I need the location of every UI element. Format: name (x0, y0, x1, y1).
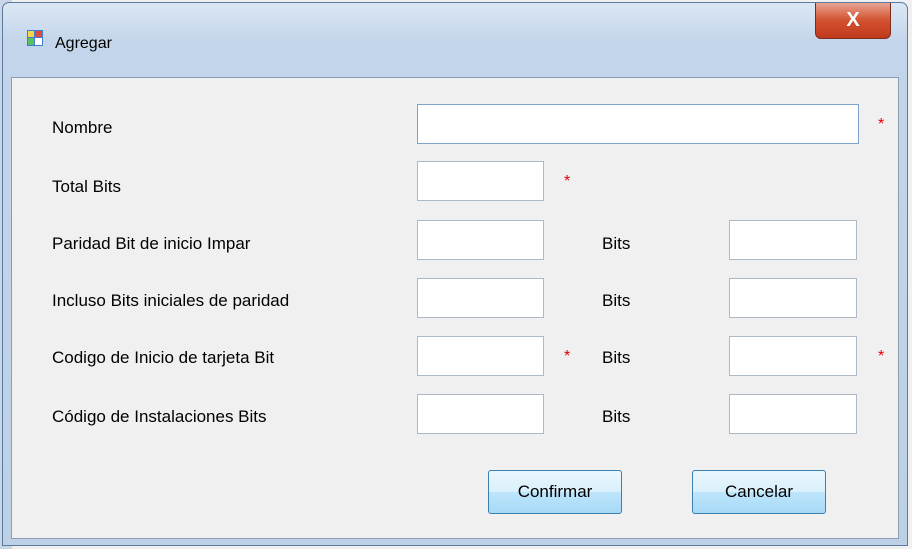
codigo-inicio-bits-input[interactable] (729, 336, 857, 376)
paridad-inicial-bits-label: Bits (602, 291, 631, 310)
codigo-instalaciones-bits-label: Bits (602, 407, 631, 426)
codigo-inicio-label: Codigo de Inicio de tarjeta Bit (52, 348, 275, 367)
codigo-inicio-bits-required-marker: * (878, 348, 885, 365)
codigo-instalaciones-label: Código de Instalaciones Bits (52, 407, 267, 426)
codigo-instalaciones-input[interactable] (417, 394, 544, 434)
codigo-inicio-input[interactable] (417, 336, 544, 376)
paridad-impar-input[interactable] (417, 220, 544, 260)
paridad-impar-label: Paridad Bit de inicio Impar (52, 234, 251, 253)
close-icon: X (846, 9, 860, 31)
total-bits-required-marker: * (564, 173, 571, 190)
total-bits-input[interactable] (417, 161, 544, 201)
close-button[interactable]: X (815, 3, 891, 39)
codigo-inicio-required-marker: * (564, 348, 571, 365)
total-bits-label: Total Bits (52, 177, 121, 196)
codigo-instalaciones-bits-input[interactable] (729, 394, 857, 434)
confirm-button[interactable]: Confirmar (488, 470, 622, 514)
cancel-button[interactable]: Cancelar (692, 470, 826, 514)
paridad-inicial-input[interactable] (417, 278, 544, 318)
title-bar[interactable]: Agregar X (3, 3, 907, 77)
form-area: Nombre * Total Bits * Paridad Bit de ini… (11, 77, 899, 539)
nombre-required-marker: * (878, 116, 885, 133)
nombre-label: Nombre (52, 118, 113, 137)
paridad-impar-bits-input[interactable] (729, 220, 857, 260)
form-app-icon (27, 30, 43, 46)
nombre-input[interactable] (417, 104, 859, 144)
codigo-inicio-bits-label: Bits (602, 348, 631, 367)
paridad-inicial-bits-input[interactable] (729, 278, 857, 318)
dialog-window: Agregar X Nombre * Total Bits * Paridad … (2, 2, 908, 546)
paridad-impar-bits-label: Bits (602, 234, 631, 253)
paridad-inicial-label: Incluso Bits iniciales de paridad (52, 291, 290, 310)
window-title: Agregar (55, 35, 112, 52)
